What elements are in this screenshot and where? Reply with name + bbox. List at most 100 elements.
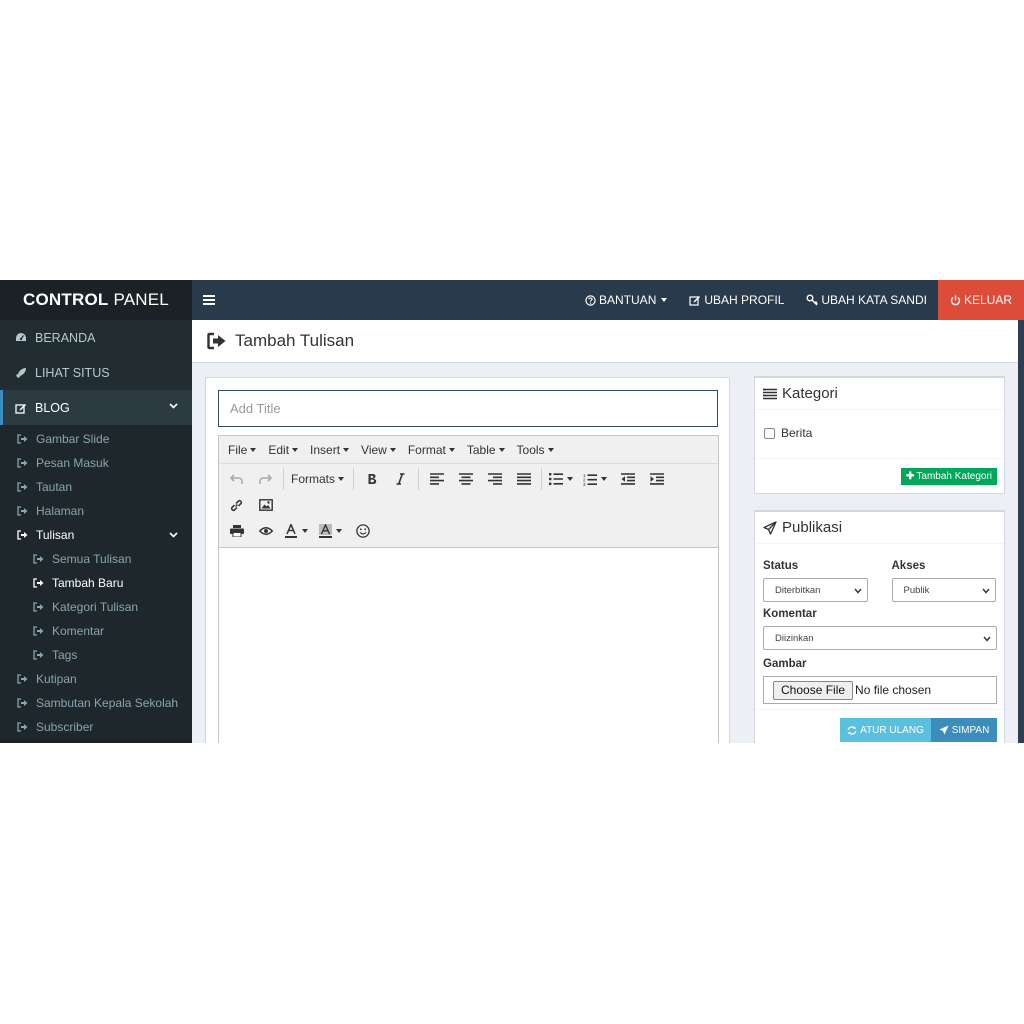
sidebar-item-label: Kutipan <box>36 672 77 686</box>
toolbar-row <box>222 492 718 518</box>
menu-label: View <box>361 442 387 457</box>
choose-file-button[interactable]: Choose File <box>773 680 854 700</box>
sidebar-toggle-button[interactable] <box>192 280 226 320</box>
caret-down-icon[interactable] <box>601 477 608 481</box>
background-color-button[interactable] <box>314 519 348 543</box>
category-checkbox[interactable] <box>764 428 775 439</box>
menu-label: Tools <box>516 442 545 457</box>
dashboard-icon <box>14 332 28 343</box>
link-icon <box>230 499 243 511</box>
sidebar-item-gambar-slide[interactable]: Gambar Slide <box>0 427 192 451</box>
category-item[interactable]: Berita <box>764 426 812 440</box>
sidebar-item-komentar[interactable]: Komentar <box>0 619 192 643</box>
sidebar-item-tautan[interactable]: Tautan <box>0 475 192 499</box>
sidebar-item-tulisan[interactable]: Tulisan <box>0 523 192 547</box>
access-select[interactable]: Publik <box>891 578 996 602</box>
editor-content-area[interactable] <box>219 548 718 743</box>
sidebar-item-label: Halaman <box>36 504 85 518</box>
sidebar-item-halaman[interactable]: Halaman <box>0 499 192 523</box>
reset-button[interactable]: ATUR ULANG <box>840 718 931 742</box>
caret-down-icon[interactable] <box>567 477 574 481</box>
comment-select[interactable]: Diizinkan <box>763 626 997 650</box>
sidebar-item-beranda[interactable]: BERANDA <box>0 320 192 355</box>
align-justify-button[interactable] <box>509 467 538 491</box>
add-category-button[interactable]: ✚ Tambah Kategori <box>901 468 997 485</box>
menu-format[interactable]: Format <box>403 443 460 457</box>
align-left-icon <box>429 473 444 485</box>
sign-out-icon <box>16 698 28 708</box>
status-select[interactable]: Diterbitkan <box>763 578 868 602</box>
chevron-down-icon <box>169 530 178 541</box>
outdent-button[interactable] <box>613 467 642 491</box>
menu-label: Insert <box>310 442 341 457</box>
chevron-down-icon <box>982 586 990 597</box>
caret-down-icon <box>250 447 257 452</box>
sidebar-item-lihat-situs[interactable]: LIHAT SITUS <box>0 355 192 390</box>
indent-button[interactable] <box>642 467 671 491</box>
caret-down-icon[interactable] <box>302 529 308 533</box>
menu-insert[interactable]: Insert <box>305 443 354 457</box>
align-center-button[interactable] <box>451 467 480 491</box>
sign-out-icon <box>32 626 44 636</box>
background-color-icon-button[interactable] <box>314 519 336 543</box>
blog-submenu: Gambar Slide Pesan Masuk Tautan Halaman … <box>0 425 192 739</box>
menu-table[interactable]: Table <box>462 443 510 457</box>
text-color-icon-button[interactable] <box>280 519 302 543</box>
formats-dropdown[interactable]: Formats <box>287 467 350 491</box>
page-scrollbar[interactable] <box>1018 320 1024 743</box>
align-left-button[interactable] <box>422 467 451 491</box>
caret-down-icon <box>389 447 396 452</box>
sidebar-item-tambah-baru[interactable]: Tambah Baru <box>0 571 192 595</box>
preview-button[interactable] <box>251 519 280 543</box>
caret-down-icon <box>448 447 455 452</box>
bullet-list-icon-button[interactable] <box>545 467 567 491</box>
italic-button[interactable] <box>386 467 415 491</box>
save-label: SIMPAN <box>951 724 990 736</box>
rocket-icon <box>14 367 28 379</box>
bold-button[interactable] <box>357 467 386 491</box>
menu-tools[interactable]: Tools <box>512 443 559 457</box>
caret-down-icon[interactable] <box>336 529 342 533</box>
link-button[interactable] <box>222 493 251 517</box>
help-dropdown[interactable]: BANTUAN <box>574 280 678 320</box>
redo-icon <box>259 473 272 484</box>
brand-logo[interactable]: CONTROL PANEL <box>0 280 192 320</box>
access-group: Akses Publik <box>891 560 996 602</box>
menu-view[interactable]: View <box>356 443 401 457</box>
align-center-icon <box>458 473 473 485</box>
top-navbar: BANTUAN UBAH PROFIL UBAH KATA SANDI KELU… <box>192 280 1024 320</box>
post-title-input[interactable] <box>218 390 718 427</box>
sidebar-item-subscriber[interactable]: Subscriber <box>0 715 192 739</box>
save-button[interactable]: SIMPAN <box>931 718 997 742</box>
status-group: Status Diterbitkan <box>763 560 868 602</box>
image-button[interactable] <box>251 493 280 517</box>
sign-out-icon <box>16 434 28 444</box>
sidebar-item-semua-tulisan[interactable]: Semua Tulisan <box>0 547 192 571</box>
redo-button[interactable] <box>251 467 280 491</box>
sidebar-item-blog[interactable]: BLOG <box>0 390 192 425</box>
undo-button[interactable] <box>222 467 251 491</box>
logout-button[interactable]: KELUAR <box>937 280 1024 320</box>
bullet-list-button[interactable] <box>545 467 579 491</box>
sidebar-item-kutipan[interactable]: Kutipan <box>0 667 192 691</box>
edit-profile-link[interactable]: UBAH PROFIL <box>678 280 795 320</box>
sign-out-icon <box>32 578 44 588</box>
menu-edit[interactable]: Edit <box>263 443 303 457</box>
sidebar-item-label: Tambah Baru <box>52 576 124 590</box>
numbered-list-button[interactable]: 123 <box>579 467 613 491</box>
menu-file[interactable]: File <box>223 443 261 457</box>
editor-toolbar: Formats 123 <box>219 464 718 548</box>
sidebar-item-tags[interactable]: Tags <box>0 643 192 667</box>
sidebar-item-pesan-masuk[interactable]: Pesan Masuk <box>0 451 192 475</box>
sign-out-icon <box>207 332 227 350</box>
align-right-button[interactable] <box>480 467 509 491</box>
change-password-link[interactable]: UBAH KATA SANDI <box>795 280 938 320</box>
navbar-right: BANTUAN UBAH PROFIL UBAH KATA SANDI KELU… <box>574 280 1024 320</box>
emoticons-button[interactable] <box>348 519 377 543</box>
sidebar-item-kategori-tulisan[interactable]: Kategori Tulisan <box>0 595 192 619</box>
numbered-list-icon-button[interactable]: 123 <box>579 467 601 491</box>
text-color-button[interactable] <box>280 519 314 543</box>
numbered-list-icon: 123 <box>583 473 598 486</box>
print-button[interactable] <box>222 519 251 543</box>
sidebar-item-sambutan[interactable]: Sambutan Kepala Sekolah <box>0 691 192 715</box>
